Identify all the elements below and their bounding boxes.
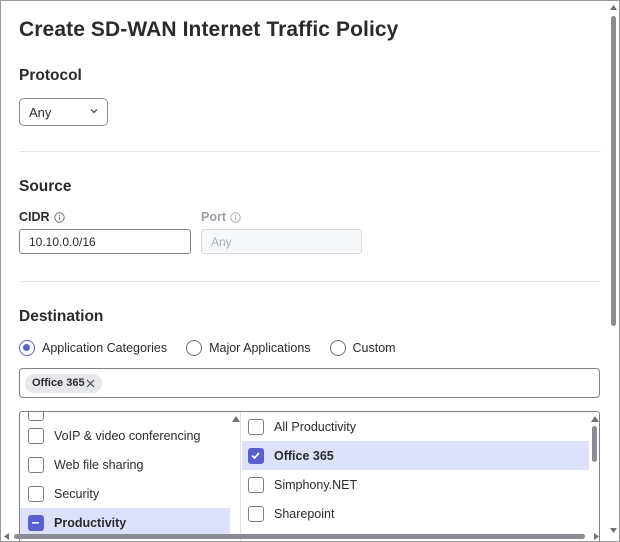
destination-type-radio-group: Application Categories Major Application… — [19, 339, 415, 357]
divider — [19, 151, 601, 152]
scroll-left-arrow-icon[interactable] — [4, 533, 9, 540]
category-item-voip[interactable]: VoIP & video conferencing — [20, 421, 230, 450]
checkbox[interactable] — [28, 514, 44, 531]
application-label: Simphony.NET — [274, 477, 358, 492]
application-label: All Productivity — [274, 419, 356, 434]
application-label: Sharepoint — [274, 506, 335, 521]
application-item-simphony[interactable]: Simphony.NET — [242, 470, 589, 499]
cidr-input[interactable]: 10.10.0.0/16 — [19, 229, 191, 254]
scroll-right-arrow-icon[interactable] — [594, 533, 599, 540]
category-label: Security — [54, 486, 100, 501]
checkbox[interactable] — [248, 505, 264, 522]
application-item-office-365[interactable]: Office 365 — [242, 441, 589, 470]
tag-office-365: Office 365 — [25, 374, 102, 393]
page-horizontal-scrollbar-thumb[interactable] — [14, 534, 585, 539]
checkbox[interactable] — [28, 485, 44, 502]
scroll-up-arrow-icon[interactable] — [232, 416, 240, 422]
scroll-up-arrow-icon[interactable] — [591, 416, 599, 422]
port-input[interactable]: Any — [201, 229, 362, 254]
category-item-security[interactable]: Security — [20, 479, 230, 508]
source-section-title: Source — [19, 178, 72, 195]
radio-label: Custom — [352, 341, 396, 355]
category-label: Productivity — [54, 515, 127, 530]
application-list-scrollbar-thumb[interactable] — [592, 426, 597, 462]
radio-custom[interactable]: Custom — [329, 340, 396, 356]
category-label: Web file sharing — [54, 457, 144, 472]
category-label: VoIP & video conferencing — [54, 428, 201, 443]
protocol-select[interactable]: Any — [19, 98, 108, 126]
cidr-label: CIDR — [19, 210, 65, 224]
application-label: Office 365 — [274, 448, 334, 463]
checkbox[interactable] — [28, 427, 44, 444]
port-label: Port — [201, 210, 241, 224]
destination-section-title: Destination — [19, 308, 104, 325]
page-horizontal-scrollbar[interactable] — [2, 532, 609, 540]
close-icon[interactable] — [86, 379, 95, 388]
checkbox[interactable] — [248, 476, 264, 493]
divider — [19, 281, 601, 282]
checkbox[interactable] — [28, 412, 44, 421]
minus-icon — [32, 521, 39, 524]
scroll-up-arrow-icon[interactable] — [610, 5, 617, 10]
policy-dialog: Create SD-WAN Internet Traffic Policy Pr… — [0, 0, 620, 542]
checkbox[interactable] — [28, 456, 44, 473]
category-item-web-file-sharing[interactable]: Web file sharing — [20, 450, 230, 479]
checkmark-icon — [251, 451, 260, 459]
radio-major-applications[interactable]: Major Applications — [186, 340, 311, 356]
application-list[interactable]: All Productivity Office 365 Simphony.NET… — [242, 412, 599, 541]
radio-label: Application Categories — [42, 341, 168, 355]
info-icon[interactable] — [53, 211, 65, 223]
radio-button[interactable] — [329, 340, 346, 356]
category-picker: VoIP & video conferencing Web file shari… — [19, 411, 600, 541]
tag-label: Office 365 — [32, 377, 85, 389]
page-scrollbar-thumb[interactable] — [611, 16, 616, 326]
radio-button[interactable] — [186, 340, 203, 356]
chevron-down-icon — [90, 109, 98, 114]
application-item-all-productivity[interactable]: All Productivity — [242, 412, 589, 441]
protocol-section-title: Protocol — [19, 67, 82, 84]
scroll-down-arrow-icon[interactable] — [610, 528, 617, 533]
selected-tags-input[interactable]: Office 365 — [19, 368, 600, 398]
checkbox[interactable] — [248, 447, 264, 464]
application-item-sharepoint[interactable]: Sharepoint — [242, 499, 589, 528]
category-list[interactable]: VoIP & video conferencing Web file shari… — [20, 412, 241, 541]
port-label-text: Port — [201, 210, 226, 224]
protocol-select-value: Any — [29, 105, 52, 120]
radio-label: Major Applications — [209, 341, 311, 355]
radio-button[interactable] — [19, 340, 35, 356]
info-icon[interactable] — [230, 211, 241, 223]
radio-application-categories[interactable]: Application Categories — [19, 340, 167, 356]
page-title: Create SD-WAN Internet Traffic Policy — [19, 18, 399, 41]
cidr-label-text: CIDR — [19, 210, 50, 224]
page-vertical-scrollbar[interactable] — [608, 2, 618, 540]
checkbox[interactable] — [248, 418, 264, 435]
